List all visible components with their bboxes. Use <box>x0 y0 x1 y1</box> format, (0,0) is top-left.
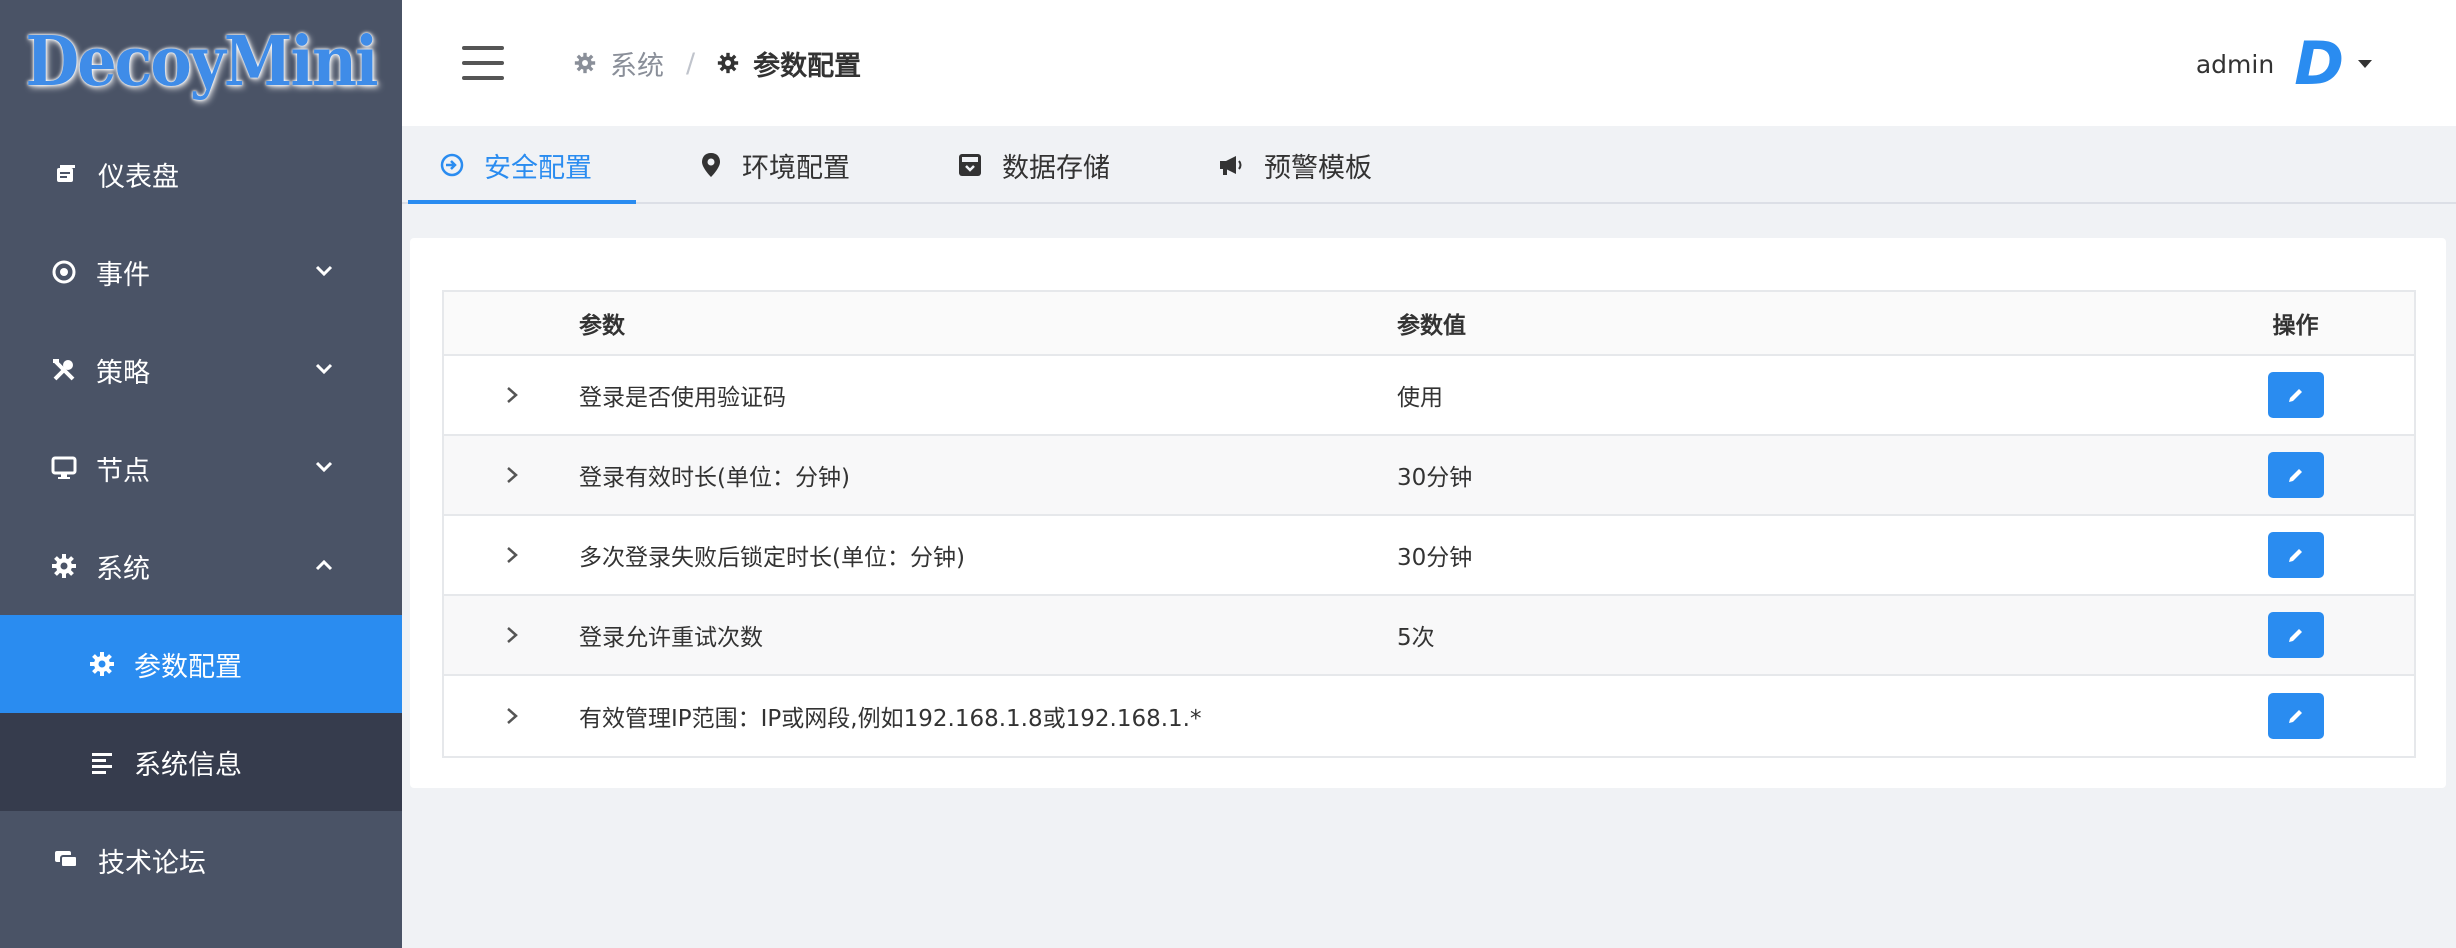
tab-security[interactable]: 安全配置 <box>440 126 592 204</box>
monitor-icon <box>50 454 78 482</box>
pencil-icon <box>2288 389 2302 402</box>
breadcrumb-parent-label: 系统 <box>610 50 664 82</box>
table-row: 登录有效时长(单位：分钟) 30分钟 <box>444 436 2414 516</box>
sidebar-item-system[interactable]: 系统 <box>0 517 402 615</box>
param-name: 登录有效时长(单位：分钟) <box>579 465 850 491</box>
list-icon <box>88 748 116 776</box>
pencil-icon <box>2288 710 2302 723</box>
edit-button[interactable] <box>2267 452 2324 498</box>
sidebar-item-label: 事件 <box>96 259 150 291</box>
breadcrumb: 系统 / 参数配置 <box>574 44 861 83</box>
megaphone-icon <box>1220 156 1242 175</box>
table-row: 登录是否使用验证码 使用 <box>444 356 2414 436</box>
dashboard-icon <box>52 160 80 188</box>
user-menu[interactable]: admin D <box>2195 29 2374 99</box>
tools-icon <box>50 356 78 384</box>
chevron-right-icon[interactable] <box>504 705 520 727</box>
sidebar-item-forum[interactable]: 技术论坛 <box>0 811 402 909</box>
chevron-down-icon <box>315 461 333 473</box>
param-value: 5次 <box>1397 625 1435 651</box>
table-row: 有效管理IP范围：IP或网段,例如192.168.1.8或192.168.1.* <box>444 676 2414 756</box>
breadcrumb-parent[interactable]: 系统 <box>574 44 664 83</box>
sidebar-item-label: 系统 <box>96 553 150 585</box>
param-value: 使用 <box>1397 385 1443 411</box>
chevron-up-icon <box>315 559 333 571</box>
logo[interactable]: DecoyMini <box>0 0 402 122</box>
logo-text: DecoyMini <box>25 20 378 102</box>
tab-label: 预警模板 <box>1264 152 1372 184</box>
config-tabs: 安全配置 环境配置 数据存储 预警模板 <box>402 126 2456 204</box>
param-name: 有效管理IP范围：IP或网段,例如192.168.1.8或192.168.1.* <box>579 706 1202 732</box>
tab-alert-template[interactable]: 预警模板 <box>1218 126 1372 204</box>
sidebar-item-label: 仪表盘 <box>98 161 179 193</box>
top-header: 系统 / 参数配置 admin D <box>402 0 2456 126</box>
param-name: 多次登录失败后锁定时长(单位：分钟) <box>579 545 965 571</box>
gear-icon <box>88 650 116 678</box>
sidebar-item-label: 参数配置 <box>134 651 242 683</box>
chevron-right-icon[interactable] <box>504 624 520 646</box>
chevron-right-icon[interactable] <box>504 464 520 486</box>
edit-button[interactable] <box>2267 372 2324 418</box>
sign-in-icon <box>440 153 464 177</box>
gear-icon <box>574 52 596 74</box>
pencil-icon <box>2288 629 2302 642</box>
tab-label: 安全配置 <box>484 152 592 184</box>
sidebar-item-params[interactable]: 参数配置 <box>0 615 402 713</box>
menu-toggle-icon[interactable] <box>462 46 504 80</box>
edit-button[interactable] <box>2267 532 2324 578</box>
sidebar-item-label: 策略 <box>96 357 150 389</box>
sidebar-item-sysinfo[interactable]: 系统信息 <box>0 713 402 811</box>
param-name: 登录是否使用验证码 <box>579 385 786 411</box>
param-value: 30分钟 <box>1397 465 1473 491</box>
tab-active-indicator <box>408 200 636 204</box>
app-root: DecoyMini 仪表盘 事件 策略 节点 系统 参数配置 系统信息 技术论坛… <box>0 0 2456 948</box>
sidebar-item-nodes[interactable]: 节点 <box>0 419 402 517</box>
breadcrumb-separator: / <box>686 47 696 79</box>
eye-icon <box>50 258 78 286</box>
chevron-down-icon <box>315 363 333 375</box>
config-card: 参数 参数值 操作 登录是否使用验证码 使用 登录有效时长(单位：分钟) 30分… <box>410 238 2446 788</box>
chevron-right-icon[interactable] <box>504 544 520 566</box>
sidebar-item-policy[interactable]: 策略 <box>0 321 402 419</box>
tab-storage[interactable]: 数据存储 <box>958 126 1110 204</box>
chevron-right-icon[interactable] <box>504 384 520 406</box>
column-header-value: 参数值 <box>1397 313 1466 339</box>
table-row: 多次登录失败后锁定时长(单位：分钟) 30分钟 <box>444 516 2414 596</box>
table-row: 登录允许重试次数 5次 <box>444 596 2414 676</box>
chevron-down-icon <box>315 265 333 277</box>
gear-icon <box>717 52 739 74</box>
param-value: 30分钟 <box>1397 545 1473 571</box>
tab-label: 环境配置 <box>742 152 850 184</box>
pencil-icon <box>2288 469 2302 482</box>
table-header: 参数 参数值 操作 <box>444 292 2414 356</box>
chat-icon <box>52 846 80 874</box>
edit-button[interactable] <box>2267 612 2324 658</box>
sidebar-item-label: 节点 <box>96 455 150 487</box>
sidebar-item-dashboard[interactable]: 仪表盘 <box>0 125 402 223</box>
map-marker-icon <box>702 153 720 177</box>
gear-icon <box>50 552 78 580</box>
sidebar-item-label: 系统信息 <box>134 749 242 781</box>
username: admin <box>2195 49 2275 79</box>
config-table: 参数 参数值 操作 登录是否使用验证码 使用 登录有效时长(单位：分钟) 30分… <box>442 290 2416 758</box>
breadcrumb-current-label: 参数配置 <box>753 50 862 82</box>
tab-label: 数据存储 <box>1002 152 1110 184</box>
sidebar-item-label: 技术论坛 <box>98 847 206 879</box>
tab-environment[interactable]: 环境配置 <box>700 126 850 204</box>
sidebar: DecoyMini 仪表盘 事件 策略 节点 系统 参数配置 系统信息 技术论坛 <box>0 0 402 948</box>
column-header-param: 参数 <box>579 313 625 339</box>
archive-icon <box>959 154 981 176</box>
pencil-icon <box>2288 549 2302 562</box>
param-name: 登录允许重试次数 <box>579 625 763 651</box>
breadcrumb-current: 参数配置 <box>717 44 861 83</box>
sidebar-item-events[interactable]: 事件 <box>0 223 402 321</box>
column-header-op: 操作 <box>2272 313 2319 339</box>
edit-button[interactable] <box>2267 693 2324 739</box>
avatar: D <box>2294 29 2344 99</box>
caret-down-icon <box>2358 60 2372 68</box>
